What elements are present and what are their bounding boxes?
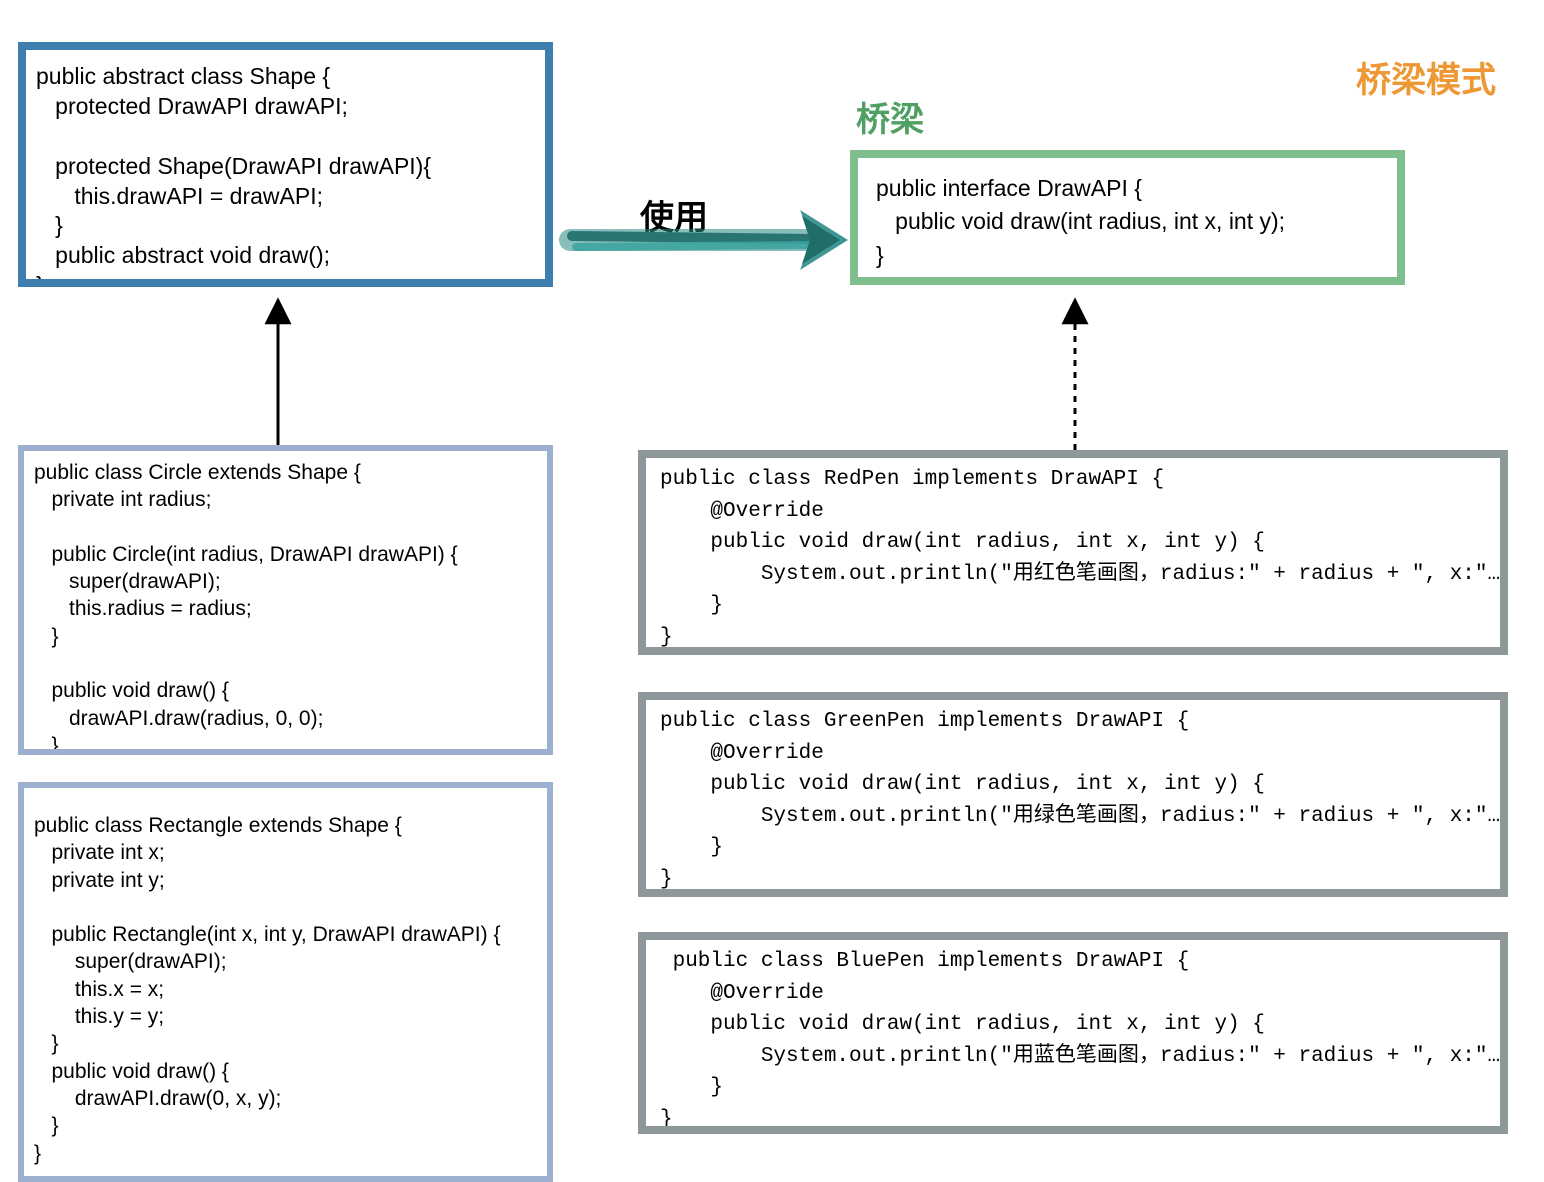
shape-class-box: public abstract class Shape { protected … (18, 42, 553, 287)
drawapi-interface-box: public interface DrawAPI { public void d… (850, 150, 1405, 285)
circle-class-box: public class Circle extends Shape { priv… (18, 445, 553, 755)
pattern-title: 桥梁模式 (1356, 52, 1496, 103)
rectangle-class-box: public class Rectangle extends Shape { p… (18, 782, 553, 1182)
redpen-class-box: public class RedPen implements DrawAPI {… (638, 450, 1508, 655)
use-label: 使用 (640, 190, 708, 239)
bridge-label: 桥梁 (856, 92, 924, 141)
bluepen-class-box: public class BluePen implements DrawAPI … (638, 932, 1508, 1134)
use-arrow-icon (570, 210, 848, 270)
greenpen-class-box: public class GreenPen implements DrawAPI… (638, 692, 1508, 897)
